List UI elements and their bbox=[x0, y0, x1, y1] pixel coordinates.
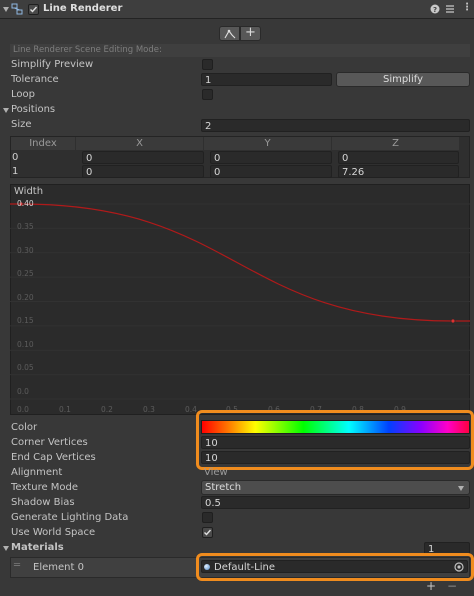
alignment-dropdown[interactable]: View bbox=[204, 466, 228, 480]
check-icon bbox=[204, 529, 212, 536]
highlight-box bbox=[196, 410, 474, 470]
positions-size-field[interactable]: 2 bbox=[201, 119, 470, 132]
table-row-index: 1 bbox=[12, 166, 19, 177]
add-point-button[interactable]: + bbox=[240, 26, 261, 41]
x-tick-label: 0.2 bbox=[101, 405, 113, 414]
chevron-down-icon bbox=[458, 486, 464, 491]
texture-mode-dropdown[interactable]: Stretch bbox=[201, 480, 470, 495]
y-tick-label: 0.05 bbox=[17, 363, 34, 372]
x-tick-label: 0.3 bbox=[143, 405, 155, 414]
texture-mode-value: Stretch bbox=[205, 482, 242, 493]
generate-lighting-checkbox[interactable] bbox=[202, 512, 213, 523]
x-tick-label: 0.0 bbox=[17, 405, 29, 414]
column-header-index: Index bbox=[11, 137, 75, 150]
component-header: Line Renderer ? ⋮ bbox=[0, 0, 474, 19]
positions-label: Positions bbox=[11, 104, 56, 115]
element-0-label: Element 0 bbox=[33, 562, 84, 573]
edit-points-icon bbox=[224, 29, 235, 39]
enabled-checkbox[interactable] bbox=[28, 4, 39, 15]
corner-vertices-label: Corner Vertices bbox=[11, 437, 88, 448]
y-tick-label: 0.20 bbox=[17, 293, 34, 302]
materials-fold-arrow-icon[interactable] bbox=[3, 546, 9, 551]
row1-x-field[interactable]: 0 bbox=[82, 165, 204, 178]
texture-mode-label: Texture Mode bbox=[11, 482, 79, 493]
preset-icon[interactable] bbox=[445, 4, 455, 14]
x-tick-label: 0.4 bbox=[185, 405, 197, 414]
column-header-y: Y bbox=[204, 137, 331, 150]
y-tick-label: 0.15 bbox=[17, 316, 34, 325]
use-world-space-label: Use World Space bbox=[11, 527, 96, 538]
positions-fold-arrow-icon[interactable] bbox=[3, 108, 9, 113]
add-element-button[interactable]: + bbox=[426, 580, 436, 592]
remove-element-button[interactable]: − bbox=[447, 580, 457, 592]
shadow-bias-label: Shadow Bias bbox=[11, 497, 75, 508]
y-tick-label: 0.10 bbox=[17, 340, 34, 349]
column-header-x: X bbox=[76, 137, 203, 150]
generate-lighting-label: Generate Lighting Data bbox=[11, 512, 129, 523]
width-curve-line[interactable] bbox=[10, 203, 470, 322]
component-title: Line Renderer bbox=[43, 3, 123, 14]
line-renderer-icon bbox=[11, 3, 23, 15]
fold-arrow-icon[interactable] bbox=[3, 7, 9, 12]
simplify-preview-label: Simplify Preview bbox=[11, 59, 94, 70]
simplify-preview-checkbox[interactable] bbox=[202, 59, 213, 70]
size-label: Size bbox=[11, 119, 32, 130]
row0-z-field[interactable]: 0 bbox=[338, 151, 459, 164]
y-tick-label: 0.40 bbox=[17, 199, 34, 208]
check-icon bbox=[30, 6, 38, 13]
y-tick-label: 0.30 bbox=[17, 246, 34, 255]
x-tick-label: 0.1 bbox=[59, 405, 71, 414]
curve-key-1[interactable] bbox=[450, 318, 456, 324]
loop-label: Loop bbox=[11, 89, 35, 100]
row0-x-field[interactable]: 0 bbox=[82, 151, 204, 164]
y-tick-label: 0.0 bbox=[17, 387, 29, 396]
color-label: Color bbox=[11, 422, 38, 433]
table-row-index: 0 bbox=[12, 152, 19, 163]
tolerance-label: Tolerance bbox=[11, 74, 59, 85]
simplify-button[interactable]: Simplify bbox=[336, 72, 470, 87]
svg-text:?: ? bbox=[433, 6, 437, 14]
scene-editing-mode-label: Line Renderer Scene Editing Mode: bbox=[10, 44, 470, 57]
row0-y-field[interactable]: 0 bbox=[210, 151, 332, 164]
more-options-icon[interactable]: ⋮ bbox=[462, 1, 472, 15]
edit-points-button[interactable] bbox=[219, 26, 240, 41]
row1-z-field[interactable]: 7.26 bbox=[338, 165, 459, 178]
use-world-space-checkbox[interactable] bbox=[202, 527, 213, 538]
help-icon[interactable]: ? bbox=[430, 4, 440, 14]
alignment-label: Alignment bbox=[11, 467, 63, 478]
tolerance-field[interactable]: 1 bbox=[201, 73, 332, 86]
loop-checkbox[interactable] bbox=[202, 89, 213, 100]
column-header-z: Z bbox=[332, 137, 459, 150]
drag-handle-icon[interactable]: ═ bbox=[14, 559, 20, 573]
width-curve-chart[interactable] bbox=[10, 184, 470, 415]
materials-label: Materials bbox=[11, 542, 64, 553]
highlight-box bbox=[196, 553, 474, 581]
y-tick-label: 0.25 bbox=[17, 269, 34, 278]
end-cap-vertices-label: End Cap Vertices bbox=[11, 452, 96, 463]
shadow-bias-field[interactable]: 0.5 bbox=[201, 496, 470, 509]
y-tick-label: 0.35 bbox=[17, 222, 34, 231]
row1-y-field[interactable]: 0 bbox=[210, 165, 332, 178]
